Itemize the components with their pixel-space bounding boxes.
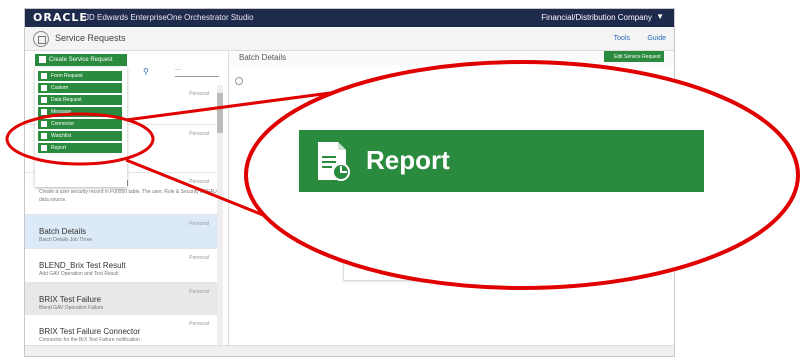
small-highlight-ellipse <box>5 112 155 166</box>
zoomed-report-label: Report <box>366 145 450 175</box>
zoomed-report-button <box>299 130 704 192</box>
report-icon <box>318 142 350 181</box>
